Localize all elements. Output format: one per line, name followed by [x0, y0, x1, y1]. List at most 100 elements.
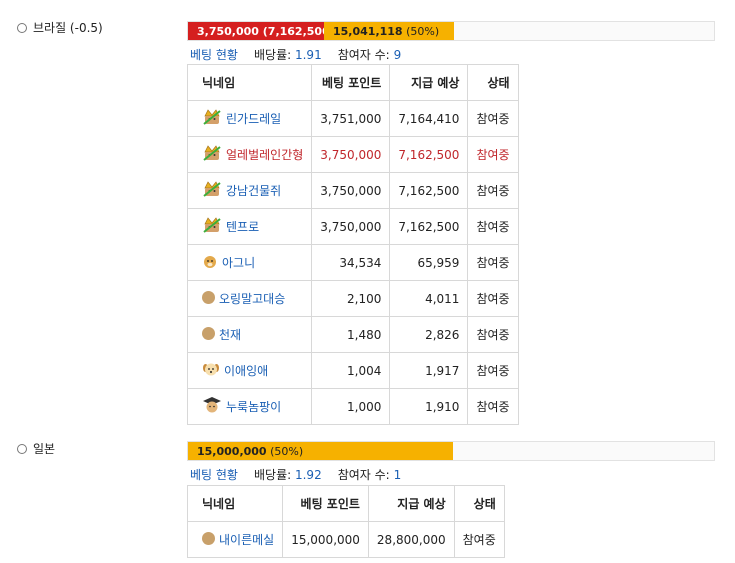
cell-nickname: 얼레벌레인간형: [186, 136, 313, 173]
table-row: 천재 1,480 2,826 참여중: [186, 316, 519, 353]
cell-points: 15,000,000: [282, 521, 369, 558]
bet-ratio-bar: 15,000,000 (50%): [187, 441, 715, 461]
table-header: 닉네임 베팅 포인트 지급 예상 상태: [186, 64, 519, 101]
col-payout: 지급 예상: [367, 485, 455, 522]
col-points: 베팅 포인트: [282, 485, 369, 522]
option-japan[interactable]: 일본: [17, 440, 55, 457]
cell-status: 참여중: [467, 280, 519, 317]
bar-segment-orange: 15,000,000 (50%): [188, 442, 453, 460]
betting-status-link[interactable]: 베팅 현황: [190, 466, 238, 483]
table-header: 닉네임 베팅 포인트 지급 예상 상태: [186, 485, 505, 522]
option-label: 일본: [33, 442, 56, 456]
cell-payout: 7,164,410: [389, 100, 469, 137]
cell-payout: 28,800,000: [367, 521, 455, 558]
cell-nickname: 텐프로: [186, 208, 313, 245]
cell-points: 1,004: [311, 352, 391, 389]
cell-points: 3,750,000: [311, 136, 391, 173]
odds: 배당률: 1.92: [253, 468, 322, 482]
cell-nickname: 천재: [186, 316, 313, 353]
col-nickname: 닉네임: [186, 64, 313, 101]
bet-ratio-bar: 3,750,000 (7,162,500) 15,041,118 (50%): [187, 21, 715, 41]
cell-payout: 1,917: [389, 352, 469, 389]
nickname-link[interactable]: 텐프로: [226, 220, 259, 234]
cell-points: 2,100: [311, 280, 391, 317]
bettor-table: 닉네임 베팅 포인트 지급 예상 상태 내이른메실 15,000,000 28,80…: [186, 485, 505, 558]
crown-icon: [202, 179, 222, 202]
cell-status: 참여중: [467, 352, 519, 389]
cell-status: 참여중: [467, 208, 519, 245]
crown-icon: [202, 143, 222, 166]
cell-nickname: 아그니: [186, 244, 313, 281]
bar-percent: (50%): [406, 24, 440, 38]
bettor-table: 닉네임 베팅 포인트 지급 예상 상태 린가드레일 3,751,000 7,164,…: [186, 64, 519, 425]
cell-points: 3,750,000: [311, 208, 391, 245]
table-row: 아그니 34,534 65,959 참여중: [186, 244, 519, 281]
table-row: 텐프로 3,750,000 7,162,500 참여중: [186, 208, 519, 245]
radio-button[interactable]: [17, 22, 27, 33]
crown-icon: [202, 107, 222, 130]
cell-status: 참여중: [467, 136, 519, 173]
cell-nickname: 이애잉애: [186, 352, 313, 389]
cell-status: 참여중: [453, 521, 505, 558]
nickname-link[interactable]: 천재: [219, 328, 241, 342]
graduate-icon: [202, 396, 222, 417]
nickname-link[interactable]: 아그니: [222, 256, 255, 270]
bar-amount: 15,041,118: [333, 24, 403, 38]
cell-payout: 4,011: [389, 280, 469, 317]
nickname-link[interactable]: 오링말고대승: [219, 292, 285, 306]
col-nickname: 닉네임: [186, 485, 284, 522]
radio-button[interactable]: [17, 443, 27, 454]
bar-amount: 15,000,000: [197, 444, 267, 458]
col-payout: 지급 예상: [389, 64, 469, 101]
nickname-link[interactable]: 누룩놈팡이: [226, 400, 281, 414]
cell-nickname: 강남건물쥐: [186, 172, 313, 209]
cell-status: 참여중: [467, 172, 519, 209]
cell-payout: 2,826: [389, 316, 469, 353]
cell-nickname: 오링말고대승: [186, 280, 313, 317]
nickname-link[interactable]: 내이른메실: [219, 533, 274, 547]
cell-payout: 7,162,500: [389, 208, 469, 245]
nickname-link[interactable]: 강남건물쥐: [226, 184, 281, 198]
puppy-icon: [202, 361, 220, 380]
cell-nickname: 내이른메실: [186, 521, 284, 558]
cell-points: 1,480: [311, 316, 391, 353]
dog-icon: [202, 253, 218, 272]
table-row: 내이른메실 15,000,000 28,800,000 참여중: [186, 521, 505, 558]
bet-meta: 베팅 현황 배당률: 1.91 참여자 수: 9: [190, 46, 401, 63]
bet-meta: 베팅 현황 배당률: 1.92 참여자 수: 1: [190, 466, 401, 483]
cell-points: 3,750,000: [311, 172, 391, 209]
cell-payout: 7,162,500: [389, 136, 469, 173]
cell-status: 참여중: [467, 316, 519, 353]
bar-segment-red: 3,750,000 (7,162,500): [188, 22, 335, 40]
table-row: 린가드레일 3,751,000 7,164,410 참여중: [186, 100, 519, 137]
cell-nickname: 린가드레일: [186, 100, 313, 137]
cell-payout: 7,162,500: [389, 172, 469, 209]
participant-count: 참여자 수: 9: [337, 48, 402, 62]
cell-points: 1,000: [311, 388, 391, 425]
col-status: 상태: [453, 485, 505, 522]
table-row: 오링말고대승 2,100 4,011 참여중: [186, 280, 519, 317]
participant-count: 참여자 수: 1: [337, 468, 402, 482]
table-row: 이애잉애 1,004 1,917 참여중: [186, 352, 519, 389]
cell-status: 참여중: [467, 100, 519, 137]
cell-payout: 65,959: [389, 244, 469, 281]
cell-points: 34,534: [311, 244, 391, 281]
table-row: 강남건물쥐 3,750,000 7,162,500 참여중: [186, 172, 519, 209]
cell-points: 3,751,000: [311, 100, 391, 137]
option-brazil[interactable]: 브라질 (-0.5): [17, 19, 103, 36]
col-status: 상태: [467, 64, 519, 101]
table-row: 얼레벌레인간형 3,750,000 7,162,500 참여중: [186, 136, 519, 173]
coin-icon: [202, 531, 215, 548]
nickname-link[interactable]: 얼레벌레인간형: [226, 148, 303, 162]
cell-status: 참여중: [467, 388, 519, 425]
cell-status: 참여중: [467, 244, 519, 281]
nickname-link[interactable]: 린가드레일: [226, 112, 281, 126]
table-row: 누룩놈팡이 1,000 1,910 참여중: [186, 388, 519, 425]
nickname-link[interactable]: 이애잉애: [224, 364, 268, 378]
cell-nickname: 누룩놈팡이: [186, 388, 313, 425]
coin-icon: [202, 326, 215, 343]
betting-status-link[interactable]: 베팅 현황: [190, 46, 238, 63]
crown-icon: [202, 215, 222, 238]
bar-segment-orange: 15,041,118 (50%): [324, 22, 454, 40]
cell-payout: 1,910: [389, 388, 469, 425]
